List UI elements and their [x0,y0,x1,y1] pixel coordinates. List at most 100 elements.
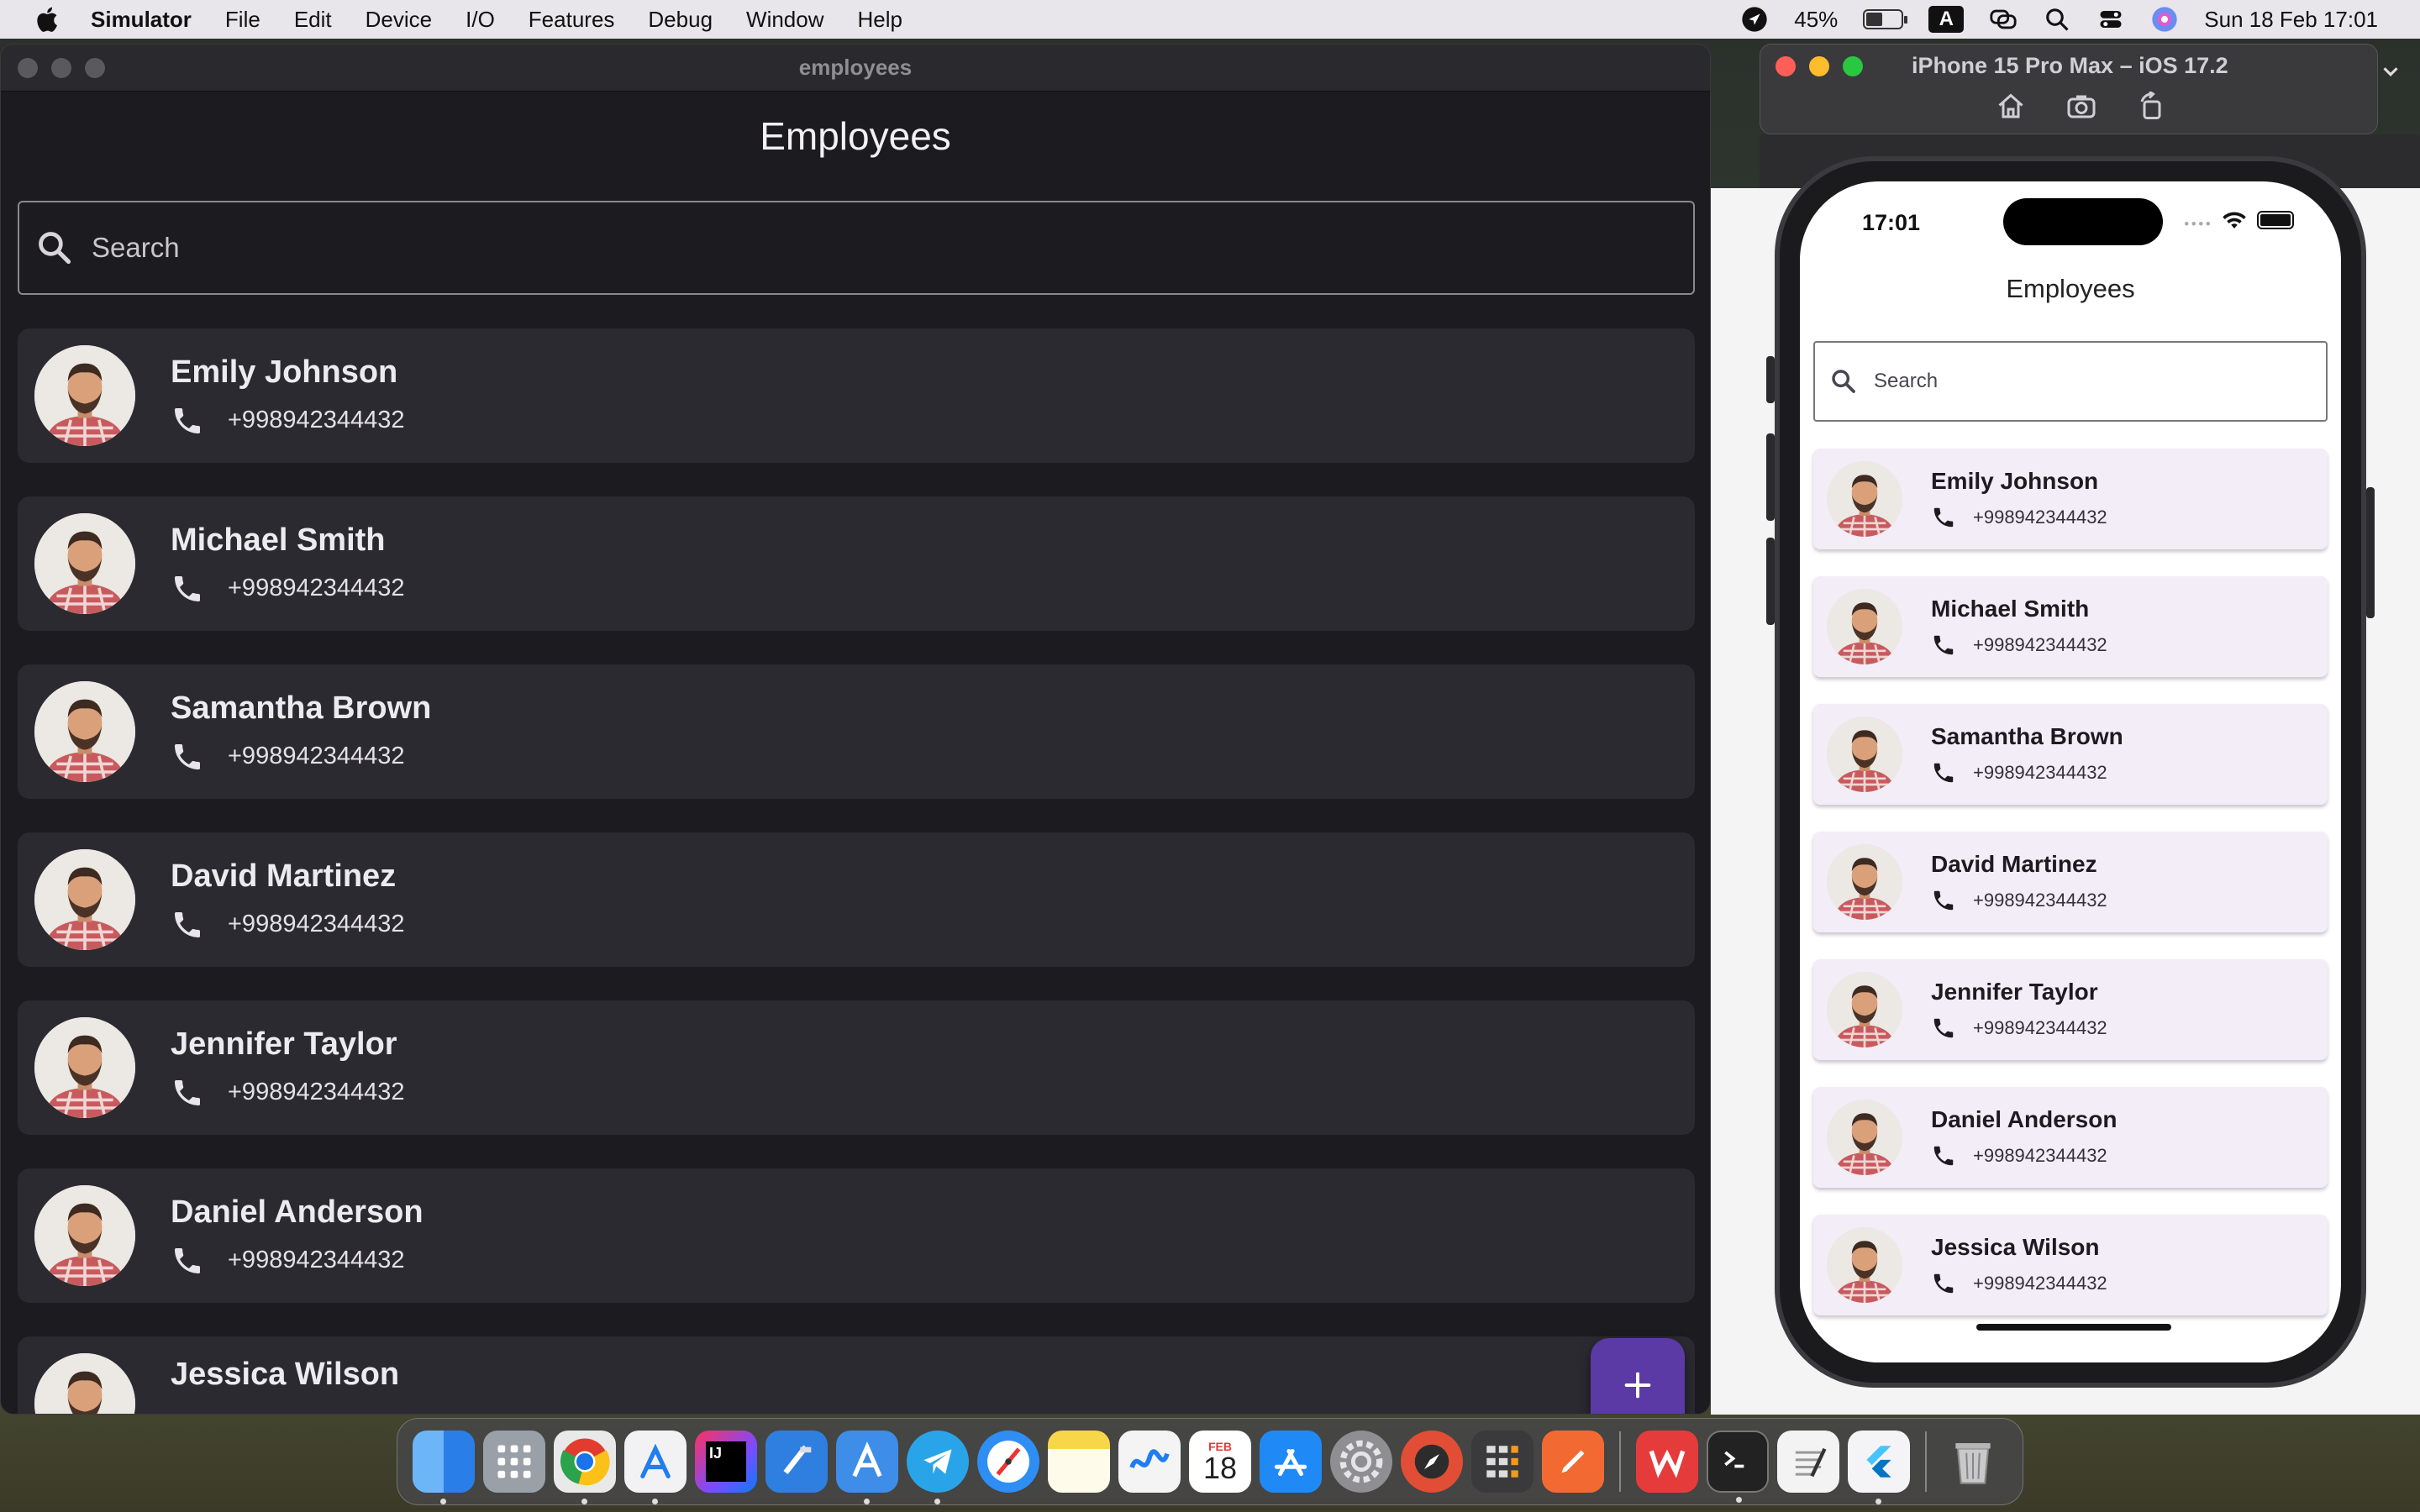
spotlight-search-icon[interactable] [2043,5,2071,34]
search-input[interactable] [92,232,1604,264]
employee-card[interactable]: Jessica Wilson +998942344432 [1813,1215,2328,1315]
textedit-icon[interactable] [1777,1431,1839,1493]
chevron-down-icon[interactable] [2378,59,2403,84]
employee-card[interactable]: Emily Johnson +998942344432 [1813,449,2328,549]
employee-name: Samantha Brown [171,690,432,726]
avatar [34,1185,135,1286]
screen-mirroring-icon[interactable] [1989,5,2018,34]
avatar [1827,589,1902,664]
dock-separator [1619,1431,1621,1492]
power-button[interactable] [2366,487,2375,618]
calculator-icon[interactable] [1471,1431,1534,1493]
employee-phone: +998942344432 [228,743,405,769]
avatar [1827,972,1902,1047]
menu-device[interactable]: Device [366,7,432,33]
safari-icon[interactable] [977,1431,1039,1493]
employee-name: Daniel Anderson [171,1194,424,1230]
intellij-icon[interactable]: IJ [695,1431,757,1493]
input-source-indicator[interactable]: A [1928,6,1965,33]
employee-name: Michael Smith [1931,596,2090,622]
employee-card[interactable]: Samantha Brown +998942344432 [18,664,1695,799]
employee-card[interactable]: Michael Smith +998942344432 [1813,576,2328,677]
flutter-icon[interactable] [1848,1431,1910,1504]
menu-debug[interactable]: Debug [648,7,713,33]
wps-office-icon[interactable] [1636,1431,1698,1493]
simulator-close-button[interactable] [1776,56,1796,76]
employee-card[interactable]: Jennifer Taylor +998942344432 [18,1000,1695,1135]
volume-up-button[interactable] [1766,433,1775,521]
wifi-icon [2223,212,2246,228]
avatar [34,681,135,782]
iphone-screen[interactable]: 17:01 Employees Emily Johnson +998942344… [1800,181,2341,1362]
menu-app-name[interactable]: Simulator [91,7,192,33]
menu-io[interactable]: I/O [466,7,495,33]
cellular-signal-icon [2184,221,2211,226]
freeform-icon[interactable] [1118,1431,1181,1493]
volume-down-button[interactable] [1766,538,1775,625]
employee-card[interactable]: David Martinez +998942344432 [18,832,1695,967]
avatar [34,849,135,950]
search-field[interactable] [18,201,1695,295]
phone-icon [175,1079,200,1105]
employee-phone: +998942344432 [1973,634,2107,655]
avatar [1827,1100,1902,1175]
action-button[interactable] [1766,356,1775,403]
xcode-instruments-icon[interactable] [836,1431,898,1504]
employee-name: Jennifer Taylor [1931,979,2098,1005]
add-employee-button[interactable] [1591,1338,1685,1414]
simulator-zoom-button[interactable] [1843,56,1863,76]
menu-file[interactable]: File [225,7,260,33]
location-arrow-icon[interactable] [1740,5,1769,34]
employee-card[interactable]: Emily Johnson +998942344432 [18,328,1695,463]
employee-phone: +998942344432 [228,407,405,433]
employee-card[interactable]: Daniel Anderson +998942344432 [18,1168,1695,1303]
telegram-icon[interactable] [907,1431,969,1504]
menu-help[interactable]: Help [858,7,902,33]
finder-icon[interactable] [413,1431,475,1504]
employee-card[interactable]: Jessica Wilson [18,1336,1695,1414]
compass-icon[interactable] [1401,1431,1463,1493]
rotate-icon[interactable] [2137,92,2167,122]
employee-card[interactable]: Michael Smith +998942344432 [18,496,1695,631]
app-store-icon[interactable] [1260,1431,1322,1493]
home-icon[interactable] [1996,92,2026,122]
battery-percentage: 45% [1794,6,1839,32]
system-settings-icon[interactable] [1330,1431,1392,1493]
avatar [34,1017,135,1118]
phone-icon [1933,763,1954,783]
menu-clock[interactable]: Sun 18 Feb 17:01 [2204,7,2378,33]
screenshot-icon[interactable] [2066,92,2096,122]
phone-icon [175,575,200,601]
employee-card[interactable]: Jennifer Taylor +998942344432 [1813,959,2328,1060]
employee-card[interactable]: Samantha Brown +998942344432 [1813,704,2328,805]
battery-icon[interactable] [1863,9,1908,29]
xcode-icon[interactable] [765,1431,828,1493]
pencil-app-icon[interactable] [1542,1431,1604,1493]
launchpad-icon[interactable] [483,1431,545,1493]
calendar-icon[interactable]: FEB 18 [1189,1431,1251,1493]
phone-icon [175,911,200,937]
notes-icon[interactable] [1048,1431,1110,1493]
phone-search-input[interactable] [1874,370,2311,393]
employee-name: David Martinez [1931,851,2097,877]
terminal-icon[interactable] [1707,1431,1769,1503]
apple-logo-icon[interactable] [34,5,59,34]
menu-features[interactable]: Features [529,7,615,33]
simulator-minimize-button[interactable] [1809,56,1829,76]
employee-list: Emily Johnson +998942344432 Michael Smit… [18,328,1695,1414]
trash-icon[interactable] [1942,1431,2004,1493]
avatar [1827,1227,1902,1303]
menu-window[interactable]: Window [746,7,823,33]
menu-edit[interactable]: Edit [294,7,332,33]
employee-card[interactable]: David Martinez +998942344432 [1813,832,2328,932]
home-indicator[interactable] [1976,1324,2171,1331]
employee-name: Samantha Brown [1931,723,2123,749]
phone-search-field[interactable] [1813,341,2328,422]
calendar-day: 18 [1202,1451,1238,1485]
siri-icon[interactable] [2150,5,2179,34]
app-store-connect-icon[interactable] [624,1431,687,1504]
chrome-icon[interactable] [554,1431,616,1504]
employee-card[interactable]: Daniel Anderson +998942344432 [1813,1087,2328,1188]
control-center-icon[interactable] [2096,5,2125,34]
employee-phone: +998942344432 [228,911,405,937]
